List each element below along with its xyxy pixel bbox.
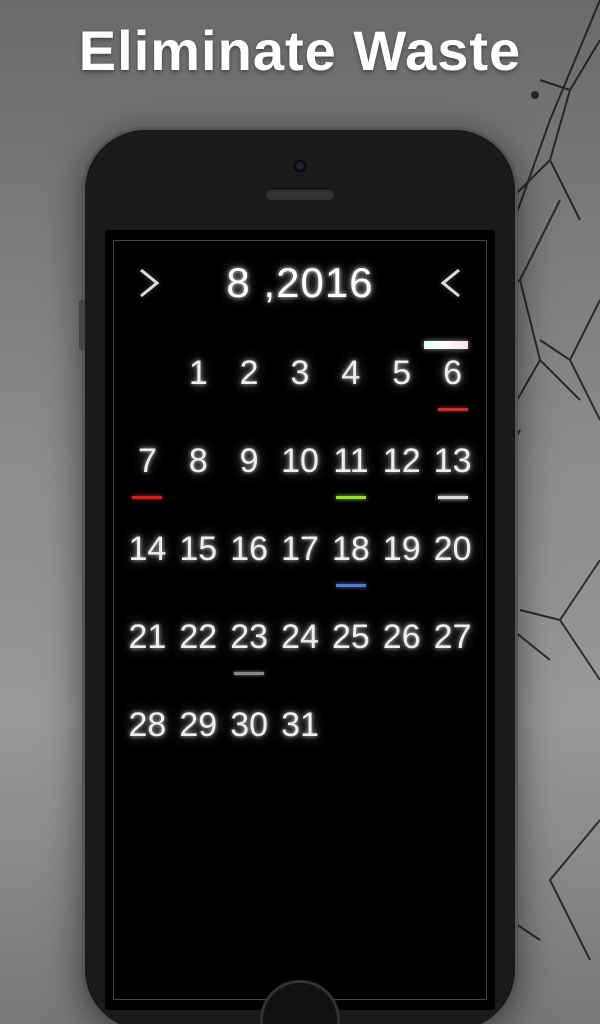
- calendar-day-29[interactable]: 29: [173, 705, 224, 755]
- month-row: 8 ,2016: [120, 259, 480, 327]
- next-month-button[interactable]: [430, 263, 470, 303]
- screen: 8 ,2016 12345678910111213141516171819202…: [105, 230, 495, 1010]
- phone-mock: 8 ,2016 12345678910111213141516171819202…: [85, 130, 515, 1024]
- calendar-day-15[interactable]: 15: [173, 529, 224, 579]
- today-indicator: [424, 341, 468, 349]
- calendar-blank: [122, 353, 173, 403]
- calendar-day-6[interactable]: 6: [427, 353, 478, 403]
- calendar-day-8[interactable]: 8: [173, 441, 224, 491]
- day-mark: [132, 496, 162, 499]
- calendar-day-27[interactable]: 27: [427, 617, 478, 667]
- calendar-day-24[interactable]: 24: [275, 617, 326, 667]
- calendar-day-19[interactable]: 19: [376, 529, 427, 579]
- calendar-day-26[interactable]: 26: [376, 617, 427, 667]
- calendar-day-17[interactable]: 17: [275, 529, 326, 579]
- chevron-right-icon: [137, 266, 163, 300]
- calendar-day-11[interactable]: 11: [325, 441, 376, 491]
- calendar-day-4[interactable]: 4: [325, 353, 376, 403]
- calendar-day-14[interactable]: 14: [122, 529, 173, 579]
- calendar-day-25[interactable]: 25: [325, 617, 376, 667]
- chevron-left-icon: [437, 266, 463, 300]
- calendar-day-16[interactable]: 16: [224, 529, 275, 579]
- day-mark: [438, 496, 468, 499]
- headline: Eliminate Waste: [0, 18, 600, 83]
- calendar-day-21[interactable]: 21: [122, 617, 173, 667]
- day-mark: [438, 408, 468, 411]
- calendar-day-18[interactable]: 18: [325, 529, 376, 579]
- calendar-panel: 8 ,2016 12345678910111213141516171819202…: [113, 240, 487, 1000]
- calendar-day-2[interactable]: 2: [224, 353, 275, 403]
- month-year-label[interactable]: 8 ,2016: [226, 259, 373, 307]
- calendar-day-7[interactable]: 7: [122, 441, 173, 491]
- calendar-day-13[interactable]: 13: [427, 441, 478, 491]
- calendar-day-20[interactable]: 20: [427, 529, 478, 579]
- calendar-day-10[interactable]: 10: [275, 441, 326, 491]
- calendar-day-31[interactable]: 31: [275, 705, 326, 755]
- calendar-day-12[interactable]: 12: [376, 441, 427, 491]
- calendar-day-28[interactable]: 28: [122, 705, 173, 755]
- calendar-day-30[interactable]: 30: [224, 705, 275, 755]
- day-mark: [234, 672, 264, 675]
- prev-month-button[interactable]: [130, 263, 170, 303]
- calendar-day-3[interactable]: 3: [275, 353, 326, 403]
- phone-camera: [294, 160, 306, 172]
- calendar-day-5[interactable]: 5: [376, 353, 427, 403]
- calendar-day-1[interactable]: 1: [173, 353, 224, 403]
- calendar-day-23[interactable]: 23: [224, 617, 275, 667]
- phone-speaker: [265, 188, 335, 200]
- calendar-day-9[interactable]: 9: [224, 441, 275, 491]
- day-mark: [336, 496, 366, 499]
- calendar-day-22[interactable]: 22: [173, 617, 224, 667]
- calendar-grid: 1234567891011121314151617181920212223242…: [120, 327, 480, 755]
- day-mark: [336, 584, 366, 587]
